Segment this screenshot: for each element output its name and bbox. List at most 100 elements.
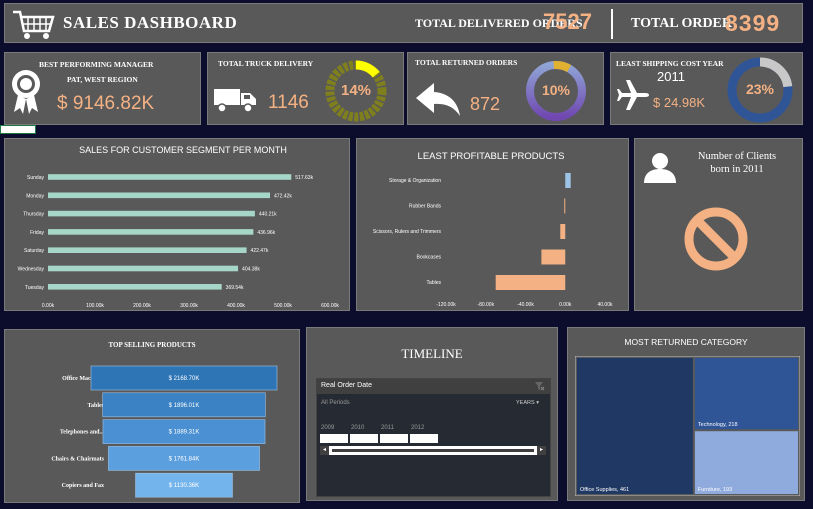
dashboard-title: SALES DASHBOARD: [63, 13, 238, 32]
chevron-down-icon: ▾: [536, 400, 539, 406]
treemap-label: Technology, 218: [698, 422, 738, 428]
year-bar-2011[interactable]: [380, 434, 408, 443]
timeline-slicer[interactable]: Real Order Date All Periods YEARS ▾ 2009…: [316, 378, 551, 497]
sales-data-label: 517.63k: [295, 175, 313, 181]
timeline-scrollbar[interactable]: ◂ ▸: [320, 446, 546, 455]
slicer-unit-label: YEARS: [516, 400, 535, 406]
funnel-category-label: Telephones and...: [60, 430, 105, 436]
sales-data-label: 369.54k: [226, 285, 244, 291]
year-label-2009: 2009: [321, 425, 335, 431]
timeline-title: TIMELINE: [401, 346, 463, 361]
sales-data-label: 440.21k: [259, 212, 277, 218]
clear-filter-icon[interactable]: [535, 382, 545, 391]
profit-category-label: Bookcases: [417, 255, 442, 261]
person-icon: [644, 153, 676, 183]
year-label-2012: 2012: [411, 425, 425, 431]
sales-bar: [48, 229, 254, 235]
kpi-manager-panel: BEST PERFORMING MANAGER PAT, WEST REGION…: [4, 52, 201, 125]
timeline-panel: TIMELINE Real Order Date All Periods YEA…: [306, 327, 558, 501]
sales-bar: [48, 174, 292, 180]
sales-category-label: Tuesday: [25, 285, 44, 291]
year-label-2010: 2010: [351, 425, 365, 431]
top-selling-chart: TOP SELLING PRODUCTS Office Machines $ 21…: [51, 341, 278, 498]
return-arrow-icon: [416, 83, 460, 116]
year-bar-2009[interactable]: [320, 434, 348, 443]
sales-category-label: Monday: [26, 193, 44, 199]
kpi-returned-percent: 10%: [541, 82, 571, 98]
sales-data-label: 472.42k: [274, 193, 292, 199]
sales-tick-label: 100.00k: [86, 303, 104, 309]
profit-tick-label: 40.00k: [597, 302, 613, 308]
profit-category-label: Storage & Organization: [389, 178, 441, 184]
profit-bar: [495, 275, 566, 290]
year-bar-2012[interactable]: [410, 434, 438, 443]
profit-tick-label: 0.00k: [559, 302, 572, 308]
year-label-2011: 2011: [381, 425, 394, 431]
kpi-manager-name: PAT, WEST REGION: [67, 75, 138, 84]
clients-panel: Number of Clients born in 2011: [634, 138, 803, 311]
profit-chart-title: LEAST PROFITABLE PRODUCTS: [418, 151, 565, 162]
header-panel: SALES DASHBOARD TOTAL DELIVERED ORDERS 7…: [4, 3, 803, 43]
sales-bar: [48, 247, 247, 253]
sales-segment-panel: SALES FOR CUSTOMER SEGMENT PER MONTH Sun…: [4, 138, 350, 311]
truck-icon: [214, 89, 256, 113]
delivered-orders-value: 7527: [543, 9, 592, 34]
funnel-category-label: Tables: [88, 403, 105, 409]
least-profitable-panel: LEAST PROFITABLE PRODUCTS Storage & Orga…: [356, 138, 629, 311]
profit-tick-label: -80.00k: [477, 302, 494, 308]
scroll-left-icon[interactable]: ◂: [320, 446, 329, 455]
funnel-data-label: $ 1761.84K: [169, 456, 200, 462]
sales-tick-label: 500.00k: [274, 303, 292, 309]
clients-title-line1: Number of Clients: [697, 151, 777, 162]
funnel-data-label: $ 1896.01K: [169, 403, 200, 409]
kpi-truck-value: 1146: [268, 92, 309, 113]
kpi-returned-panel: TOTAL RETURNED ORDERS 872 10%: [407, 52, 604, 125]
least-profitable-chart: LEAST PROFITABLE PRODUCTS Storage & Orga…: [373, 151, 613, 308]
total-order-value: 8399: [725, 10, 781, 36]
treemap-title: MOST RETURNED CATEGORY: [624, 337, 748, 347]
kpi-shipping-panel: LEAST SHIPPING COST YEAR 2011 $ 24.98K 2…: [610, 52, 803, 125]
treemap-label: Office Supplies, 461: [580, 487, 629, 493]
profit-tick-label: -120.00k: [436, 302, 456, 308]
sales-tick-label: 200.00k: [133, 303, 151, 309]
profit-bar: [565, 173, 571, 188]
sales-chart-title: SALES FOR CUSTOMER SEGMENT PER MONTH: [79, 145, 287, 155]
profit-bar: [560, 224, 566, 239]
slicer-field-name: Real Order Date: [321, 382, 372, 389]
sales-data-label: 422.47k: [251, 248, 269, 254]
sales-tick-label: 300.00k: [180, 303, 198, 309]
kpi-returned-value: 872: [470, 94, 501, 114]
profit-bar: [564, 198, 566, 214]
year-bar-2010[interactable]: [350, 434, 378, 443]
treemap-cell: [694, 358, 798, 430]
kpi-shipping-label: LEAST SHIPPING COST YEAR: [616, 59, 724, 68]
sales-bar: [48, 192, 271, 199]
kpi-manager-label: BEST PERFORMING MANAGER: [39, 60, 154, 69]
slicer-unit-select[interactable]: YEARS ▾: [516, 400, 539, 406]
funnel-data-label: $ 1130.36K: [169, 483, 199, 489]
sales-data-label: 404.38k: [242, 267, 260, 273]
kpi-shipping-year: 2011: [657, 69, 685, 84]
selected-cell[interactable]: [0, 125, 36, 134]
sales-tick-label: 600.00k: [321, 303, 339, 309]
clients-title-line2: born in 2011: [710, 164, 764, 175]
treemap-label: Furniture, 193: [698, 487, 732, 493]
kpi-shipping-percent: 23%: [745, 81, 775, 97]
sales-data-label: 436.96k: [257, 230, 275, 236]
sales-category-label: Saturday: [24, 248, 45, 254]
header-divider: [611, 9, 613, 39]
airplane-icon: [617, 80, 649, 110]
scroll-right-icon[interactable]: ▸: [537, 446, 546, 455]
scroll-thumb[interactable]: [332, 449, 534, 452]
kpi-truck-percent: 14%: [340, 82, 372, 99]
kpi-truck-label: TOTAL TRUCK DELIVERY: [218, 59, 314, 68]
profit-category-label: Rubber Bands: [409, 204, 441, 210]
treemap-cell: [577, 358, 693, 494]
sales-category-label: Thursday: [23, 212, 44, 218]
kpi-shipping-value: $ 24.98K: [653, 95, 706, 110]
profit-bar: [541, 249, 566, 265]
treemap-cell: [694, 431, 798, 494]
funnel-chart-title: TOP SELLING PRODUCTS: [108, 341, 195, 349]
kpi-truck-panel: TOTAL TRUCK DELIVERY 1146 14%: [207, 52, 404, 125]
returned-category-panel: MOST RETURNED CATEGORY Office Supplies, …: [567, 327, 805, 501]
